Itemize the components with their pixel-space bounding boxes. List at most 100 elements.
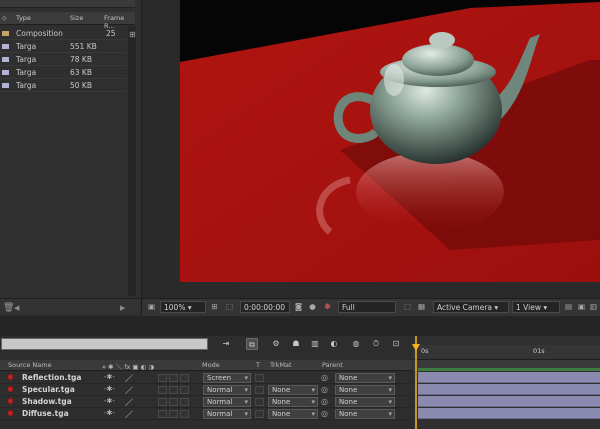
switch-box[interactable] xyxy=(180,386,189,394)
preserve-transparency-box[interactable] xyxy=(255,410,264,418)
project-item[interactable]: Targa 78 KB xyxy=(0,53,127,66)
switch-box[interactable] xyxy=(158,374,167,382)
teapot-highlight xyxy=(384,64,404,96)
camera-snapshot-icon[interactable]: ◙ xyxy=(293,301,304,313)
live-update-icon[interactable]: ⧉ xyxy=(246,338,258,350)
quality-switch-icon[interactable]: ／ xyxy=(125,373,133,384)
parent-dropdown[interactable]: None xyxy=(335,409,395,419)
layer-row[interactable]: ✱ Shadow.tga -✱- ／ Normal None ◎ None xyxy=(0,396,412,408)
switch-box[interactable] xyxy=(158,398,167,406)
channels-icon[interactable]: ✽ xyxy=(322,301,333,313)
pick-whip-icon[interactable]: ◎ xyxy=(321,397,328,406)
project-item[interactable]: Targa 63 KB xyxy=(0,66,127,79)
trkmat-dropdown[interactable]: None xyxy=(268,385,318,395)
mode-dropdown[interactable]: Normal xyxy=(203,397,251,407)
shy-switch-icon[interactable]: -✱- xyxy=(104,385,115,393)
parent-dropdown[interactable]: None xyxy=(335,397,395,407)
parent-dropdown[interactable]: None xyxy=(335,385,395,395)
item-size: 50 KB xyxy=(70,81,92,90)
switch-box[interactable] xyxy=(180,410,189,418)
column-t[interactable]: T xyxy=(256,361,260,369)
preserve-transparency-box[interactable] xyxy=(255,386,264,394)
switch-box[interactable] xyxy=(158,386,167,394)
view-layout-dropdown[interactable]: 1 View ▾ xyxy=(512,301,560,313)
project-scrollbar[interactable] xyxy=(128,26,136,296)
comp-mini-flowchart-icon[interactable]: ⇥ xyxy=(220,338,232,350)
camera-dropdown[interactable]: Active Camera ▾ xyxy=(433,301,509,313)
switch-box[interactable] xyxy=(180,374,189,382)
item-type: Composition xyxy=(16,29,63,38)
mode-dropdown[interactable]: Normal xyxy=(203,385,251,395)
shy-switch-icon[interactable]: -✱- xyxy=(104,397,115,405)
composition-canvas[interactable] xyxy=(180,0,600,282)
column-parent[interactable]: Parent xyxy=(322,361,343,369)
layer-duration-bar[interactable] xyxy=(418,396,600,407)
switch-box[interactable] xyxy=(169,374,178,382)
column-mode[interactable]: Mode xyxy=(202,361,220,369)
show-snapshot-icon[interactable]: ● xyxy=(307,301,318,313)
layer-duration-bar[interactable] xyxy=(418,384,600,395)
label-tag-icon[interactable]: ⬦ xyxy=(2,14,7,23)
project-item[interactable]: Composition 25 xyxy=(0,27,127,40)
switch-box[interactable] xyxy=(169,398,178,406)
timecode-display[interactable]: 0:00:00:00 xyxy=(240,301,290,313)
quality-switch-icon[interactable]: ／ xyxy=(125,397,133,408)
scroll-right-icon[interactable]: ▶ xyxy=(120,304,125,312)
safe-margins-icon[interactable]: ⬚ xyxy=(224,301,235,313)
switch-box[interactable] xyxy=(180,398,189,406)
column-size[interactable]: Size xyxy=(70,14,83,22)
layer-row[interactable]: ✱ Specular.tga -✱- ／ Normal None ◎ None xyxy=(0,384,412,396)
resolution-dropdown[interactable]: Full xyxy=(338,301,396,313)
switch-box[interactable] xyxy=(169,386,178,394)
label-color-swatch xyxy=(2,44,9,49)
layer-duration-bar[interactable] xyxy=(418,408,600,419)
layer-row[interactable]: ✱ Diffuse.tga -✱- ／ Normal None ◎ None xyxy=(0,408,412,420)
layer-name: Reflection.tga xyxy=(22,373,82,382)
trkmat-dropdown[interactable]: None xyxy=(268,409,318,419)
grid-icon[interactable]: ⊞ xyxy=(209,301,220,313)
toggle-pixel-aspect-icon[interactable]: ▤ xyxy=(563,301,574,313)
shy-switch-icon[interactable]: -✱- xyxy=(104,409,115,417)
parent-dropdown[interactable]: None xyxy=(335,373,395,383)
column-trkmat[interactable]: TrkMat xyxy=(270,361,292,369)
quality-switch-icon[interactable]: ／ xyxy=(125,385,133,396)
fast-previews-icon[interactable]: ▣ xyxy=(576,301,587,313)
frame-blending-icon[interactable]: ▥ xyxy=(309,338,321,350)
preserve-transparency-box[interactable] xyxy=(255,374,264,382)
motion-blur-icon[interactable]: ◐ xyxy=(328,338,340,350)
project-item[interactable]: Targa 551 KB xyxy=(0,40,127,53)
column-type[interactable]: Type xyxy=(16,14,31,22)
transparency-grid-icon[interactable]: ▦ xyxy=(416,301,427,313)
pick-whip-icon[interactable]: ◎ xyxy=(321,385,328,394)
preserve-transparency-box[interactable] xyxy=(255,398,264,406)
pick-whip-icon[interactable]: ◎ xyxy=(321,373,328,382)
draft-3d-icon[interactable]: ⚙ xyxy=(270,338,282,350)
layer-row[interactable]: ✱ Reflection.tga -✱- ／ Screen ◎ None xyxy=(0,372,412,384)
trash-icon[interactable]: 🗑 xyxy=(3,303,14,313)
work-area-range[interactable] xyxy=(418,368,600,371)
shy-layers-icon[interactable]: ☗ xyxy=(290,338,302,350)
timeline-toggle-icon[interactable]: ▥ xyxy=(588,301,599,313)
always-preview-icon[interactable]: ▣ xyxy=(146,301,157,313)
flowchart-icon[interactable]: ⊞ xyxy=(129,30,136,39)
trkmat-dropdown[interactable]: None xyxy=(268,397,318,407)
auto-keyframe-icon[interactable]: ⏱ xyxy=(370,338,382,350)
shy-switch-icon[interactable]: -✱- xyxy=(104,373,115,381)
mode-dropdown[interactable]: Normal xyxy=(203,409,251,419)
column-source-name[interactable]: Source Name xyxy=(8,361,52,369)
region-of-interest-icon[interactable]: ⬚ xyxy=(402,301,413,313)
pick-whip-icon[interactable]: ◎ xyxy=(321,409,328,418)
layer-duration-bar[interactable] xyxy=(418,372,600,383)
graph-editor-icon[interactable]: ⊡ xyxy=(390,338,402,350)
scroll-left-icon[interactable]: ◀ xyxy=(14,304,19,312)
time-ruler[interactable]: 0s 01s xyxy=(413,345,600,360)
switch-box[interactable] xyxy=(158,410,167,418)
zoom-dropdown[interactable]: 100% ▾ xyxy=(160,301,206,313)
quality-switch-icon[interactable]: ／ xyxy=(125,409,133,420)
playhead-handle[interactable] xyxy=(412,344,420,351)
switch-box[interactable] xyxy=(169,410,178,418)
brainstorm-icon[interactable]: ◍ xyxy=(350,338,362,350)
timeline-search-input[interactable] xyxy=(1,338,208,350)
project-item[interactable]: Targa 50 KB xyxy=(0,79,127,92)
mode-dropdown[interactable]: Screen xyxy=(203,373,251,383)
